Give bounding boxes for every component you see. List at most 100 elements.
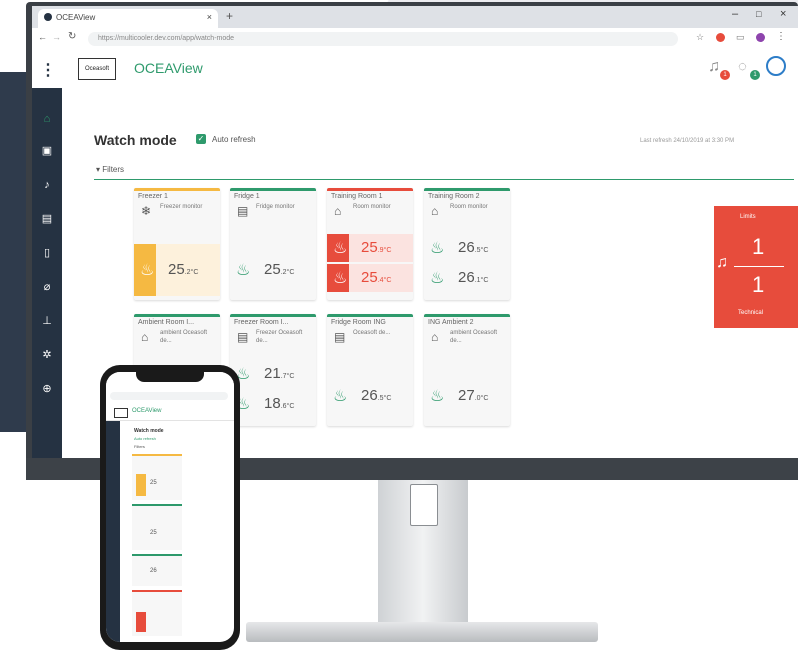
filters-divider xyxy=(94,179,794,180)
home-icon: ⌂ xyxy=(334,204,342,218)
card-type: Oceasoft de... xyxy=(353,330,391,336)
temperature-decimal-unit: .2°C xyxy=(280,269,295,276)
report-icon[interactable]: ▤ xyxy=(32,208,62,230)
oceasoft-logo[interactable]: Oceasoft xyxy=(78,58,116,80)
extension-opera-icon[interactable] xyxy=(716,33,725,42)
phone-value-1: 25 xyxy=(150,480,157,486)
temperature-value: 26.5°C xyxy=(458,239,489,256)
thermometer-icon: ♨ xyxy=(430,388,445,405)
card-name: Training Room 2 xyxy=(428,193,480,200)
favicon-icon xyxy=(44,13,52,21)
limits-count: 1 xyxy=(752,234,765,259)
filters-label: Filters xyxy=(102,165,125,174)
phone-card-room[interactable]: 26 xyxy=(132,554,182,586)
card-name: Freezer 1 xyxy=(138,193,168,200)
device-card[interactable]: ING Ambient 2 ⌂ ambient Oceasoft de... ♨ 27.… xyxy=(424,314,510,426)
help-icon[interactable]: ⊕ xyxy=(32,378,62,400)
sensor-icon[interactable]: ⌀ xyxy=(32,276,62,298)
app-title: OCEAView xyxy=(134,60,203,76)
phone-alarm-block xyxy=(136,612,146,632)
temperature-value: 27.0°C xyxy=(458,387,489,404)
new-tab-icon[interactable]: + xyxy=(226,9,233,23)
temperature-value: 21.7°C xyxy=(264,365,295,382)
phone-page-title: Watch mode xyxy=(134,428,164,434)
alert-divider xyxy=(734,266,784,267)
card-name: Freezer Room I... xyxy=(234,319,289,326)
phone-card-freezer[interactable]: 25 xyxy=(132,454,182,500)
temperature-value: 25.2°C xyxy=(168,261,199,278)
device-card[interactable]: Fridge 1 ▤ Fridge monitor ♨ 25.2°C xyxy=(230,188,316,300)
maximize-icon[interactable]: □ xyxy=(756,9,761,19)
minimize-icon[interactable]: – xyxy=(732,8,738,20)
profile-avatar-icon[interactable] xyxy=(756,33,765,42)
device-card[interactable]: Freezer 1 ❄ Freezer monitor ♨ 25.2°C xyxy=(134,188,220,300)
device-card[interactable]: Freezer Room I... ▤ Freezer Oceasoft de...… xyxy=(230,314,316,426)
temperature-decimal-unit: .9°C xyxy=(377,247,392,254)
device-card[interactable]: Training Room 2 ⌂ Room monitor ♨ 26.5°C ♨ 26.1… xyxy=(424,188,510,300)
forward-icon[interactable]: → xyxy=(52,32,61,42)
browser-menu-icon[interactable]: ⋮ xyxy=(776,31,786,42)
phone-auto-refresh[interactable]: Auto refresh xyxy=(134,436,156,441)
reload-icon[interactable]: ↻ xyxy=(68,31,76,42)
temperature-decimal-unit: .6°C xyxy=(280,403,295,410)
home-icon: ⌂ xyxy=(431,204,439,218)
back-icon[interactable]: ← xyxy=(38,32,47,42)
phone-value-2: 25 xyxy=(150,530,157,536)
phone-url-bar[interactable] xyxy=(110,392,228,400)
alert-panel[interactable]: Limits ♫ 1 1 Technical xyxy=(714,206,798,328)
bookmark-star-icon[interactable]: ☆ xyxy=(696,32,704,43)
address-bar-row: ← → ↻ https://multicooler.dev.com/app/wa… xyxy=(32,28,798,51)
card-name: ING Ambient 2 xyxy=(428,319,474,326)
device-card[interactable]: Fridge Room ING ▤ Oceasoft de... ♨ 26.5°C xyxy=(327,314,413,426)
fridge-icon: ▤ xyxy=(237,330,249,344)
browser-tab[interactable]: OCEAView × xyxy=(38,9,218,28)
page-title: Watch mode xyxy=(94,132,177,148)
thermometer-icon: ♨ xyxy=(333,388,348,405)
thermometer-icon: ♨ xyxy=(430,240,445,257)
home-icon[interactable]: ⌂ xyxy=(32,108,62,130)
phone-card-fridge[interactable]: 25 xyxy=(132,504,182,550)
card-type: Freezer Oceasoft de... xyxy=(256,330,303,344)
phone-notch xyxy=(136,372,204,382)
technical-count: 1 xyxy=(752,272,765,297)
chat-icon[interactable]: ◌ xyxy=(738,58,747,75)
extension-icon[interactable]: ▭ xyxy=(736,32,745,43)
card-type: Room monitor xyxy=(450,204,488,210)
temperature-decimal-unit: .4°C xyxy=(377,277,392,284)
settings-gear-icon[interactable]: ✲ xyxy=(32,344,62,366)
snowflake-icon: ❄ xyxy=(141,204,152,218)
thermometer-icon: ♨ xyxy=(430,270,445,287)
temperature-decimal-unit: .2°C xyxy=(184,269,199,276)
device-card[interactable]: Training Room 1 ⌂ Room monitor ♨ 25.9°C ♨ 25.4… xyxy=(327,188,413,300)
limits-label: Limits xyxy=(740,214,756,220)
card-type: Freezer monitor xyxy=(160,204,203,210)
temperature-value: 18.6°C xyxy=(264,395,295,412)
card-name: Fridge Room ING xyxy=(331,319,386,326)
url-input[interactable]: https://multicooler.dev.com/app/watch-mo… xyxy=(88,32,678,46)
phone-filters[interactable]: Filters xyxy=(134,444,145,449)
home-icon: ⌂ xyxy=(141,330,149,344)
user-avatar-icon[interactable] xyxy=(766,56,786,76)
home-icon: ⌂ xyxy=(431,330,439,344)
app-menu-icon[interactable]: ⋮ xyxy=(40,60,56,80)
bell-icon[interactable]: ♫ xyxy=(708,58,720,76)
filters-toggle[interactable]: ▾ Filters xyxy=(96,165,124,174)
temperature-value: 25.2°C xyxy=(264,261,295,278)
phone-card-alarm[interactable] xyxy=(132,590,182,636)
message-badge: 1 xyxy=(750,70,760,80)
auto-refresh-checkbox[interactable]: ✓ xyxy=(196,134,206,144)
dashboard-icon[interactable]: ▣ xyxy=(32,140,62,162)
device-icon[interactable]: ▯ xyxy=(32,242,62,264)
close-tab-icon[interactable]: × xyxy=(207,12,212,22)
thermometer-icon: ♨ xyxy=(333,240,348,257)
card-name: Training Room 1 xyxy=(331,193,383,200)
close-window-icon[interactable]: × xyxy=(780,8,786,20)
alarm-bell-icon[interactable]: ♪ xyxy=(32,174,62,196)
phone-app-title: OCEAView xyxy=(132,408,162,414)
card-type: Fridge monitor xyxy=(256,204,295,210)
temperature-decimal-unit: .1°C xyxy=(474,277,489,284)
technical-label: Technical xyxy=(738,310,764,316)
auto-refresh-label: Auto refresh xyxy=(212,135,256,144)
card-name: Ambient Room I... xyxy=(138,319,195,326)
users-icon[interactable]: ⊥ xyxy=(32,310,62,332)
